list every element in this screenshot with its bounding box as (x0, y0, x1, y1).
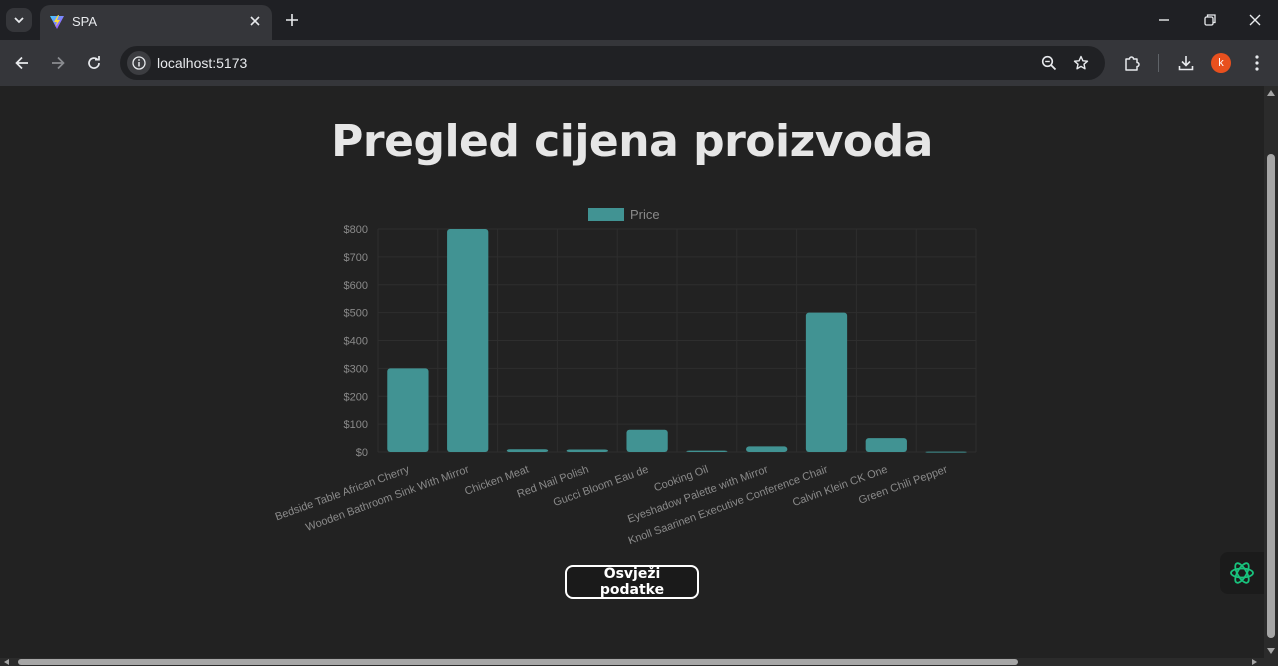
chart-bar (925, 451, 967, 453)
plus-icon (286, 14, 298, 26)
y-tick-label: $100 (344, 419, 368, 431)
new-tab-button[interactable] (281, 9, 303, 31)
close-icon (1249, 14, 1261, 26)
restore-button[interactable] (1187, 6, 1233, 34)
zoom-button[interactable] (1037, 51, 1061, 75)
scroll-left-arrow[interactable] (4, 659, 9, 665)
chart-bar (387, 368, 429, 452)
close-tab-button[interactable] (246, 12, 264, 30)
browser-tab[interactable]: SPA (40, 5, 272, 40)
bookmark-button[interactable] (1069, 51, 1093, 75)
tab-strip: SPA (0, 0, 1278, 40)
y-tick-label: $300 (344, 363, 368, 375)
chart-bar (746, 446, 788, 452)
chatgpt-logo-icon (1230, 562, 1254, 584)
y-tick-label: $700 (344, 252, 368, 264)
star-icon (1073, 55, 1089, 70)
site-info-button[interactable] (127, 51, 151, 75)
price-bar-chart: $0$100$200$300$400$500$600$700$800Bedsid… (274, 207, 977, 547)
y-tick-label: $0 (356, 447, 368, 459)
scrollbar-corner (1264, 658, 1278, 666)
assistant-extension-button[interactable] (1220, 552, 1264, 594)
vertical-scrollbar[interactable] (1264, 86, 1278, 658)
chart-bar (865, 438, 907, 452)
y-tick-label: $200 (344, 391, 368, 403)
chart-bar (686, 450, 728, 452)
close-window-button[interactable] (1232, 6, 1278, 34)
arrow-left-icon (15, 56, 28, 70)
info-icon (132, 56, 146, 70)
tab-title: SPA (72, 14, 98, 29)
chart-bar (506, 449, 549, 452)
y-tick-label: $400 (344, 336, 368, 348)
browser-menu-button[interactable] (1245, 51, 1269, 75)
address-bar[interactable]: localhost:5173 (120, 46, 1105, 80)
horizontal-scroll-thumb[interactable] (18, 659, 1018, 665)
horizontal-scrollbar[interactable] (0, 658, 1264, 666)
scroll-up-arrow[interactable] (1267, 90, 1275, 96)
url-text[interactable]: localhost:5173 (157, 55, 247, 71)
reload-button[interactable] (80, 49, 108, 77)
scroll-right-arrow[interactable] (1252, 659, 1257, 665)
back-button[interactable] (8, 49, 36, 77)
y-tick-label: $800 (344, 224, 368, 236)
legend-label: Price (630, 207, 660, 222)
browser-window: SPA localhost:5173 k Pregled cijena proi… (0, 0, 1278, 666)
minimize-button[interactable] (1141, 6, 1187, 34)
legend-swatch (588, 208, 624, 221)
profile-avatar[interactable]: k (1211, 53, 1231, 73)
scroll-down-arrow[interactable] (1267, 648, 1275, 654)
y-tick-label: $500 (344, 308, 368, 320)
chevron-down-icon (14, 17, 24, 24)
chart-bar (566, 449, 608, 452)
close-icon (250, 16, 260, 26)
arrow-right-icon (52, 56, 65, 70)
tab-search-button[interactable] (6, 8, 32, 32)
zoom-icon (1041, 55, 1057, 71)
restore-icon (1204, 14, 1216, 26)
forward-button[interactable] (44, 49, 72, 77)
puzzle-icon (1125, 56, 1140, 71)
refresh-data-button[interactable]: Osvježi podatke (565, 565, 699, 599)
download-icon (1178, 56, 1194, 71)
chart-bar (805, 312, 848, 452)
extensions-button[interactable] (1120, 51, 1144, 75)
kebab-menu-icon (1255, 55, 1259, 71)
browser-toolbar: localhost:5173 k (0, 40, 1278, 86)
reload-icon (88, 56, 100, 69)
page-content: Pregled cijena proizvoda $0 $100 $200 $300 $… (0, 86, 1264, 658)
downloads-button[interactable] (1174, 51, 1198, 75)
vertical-scroll-thumb[interactable] (1267, 154, 1275, 638)
chart-bar (447, 229, 489, 452)
y-tick-label: $600 (344, 280, 368, 292)
chart-bar (626, 429, 668, 452)
vite-logo-icon (50, 15, 64, 29)
minimize-icon (1159, 19, 1169, 21)
toolbar-separator (1158, 54, 1159, 72)
